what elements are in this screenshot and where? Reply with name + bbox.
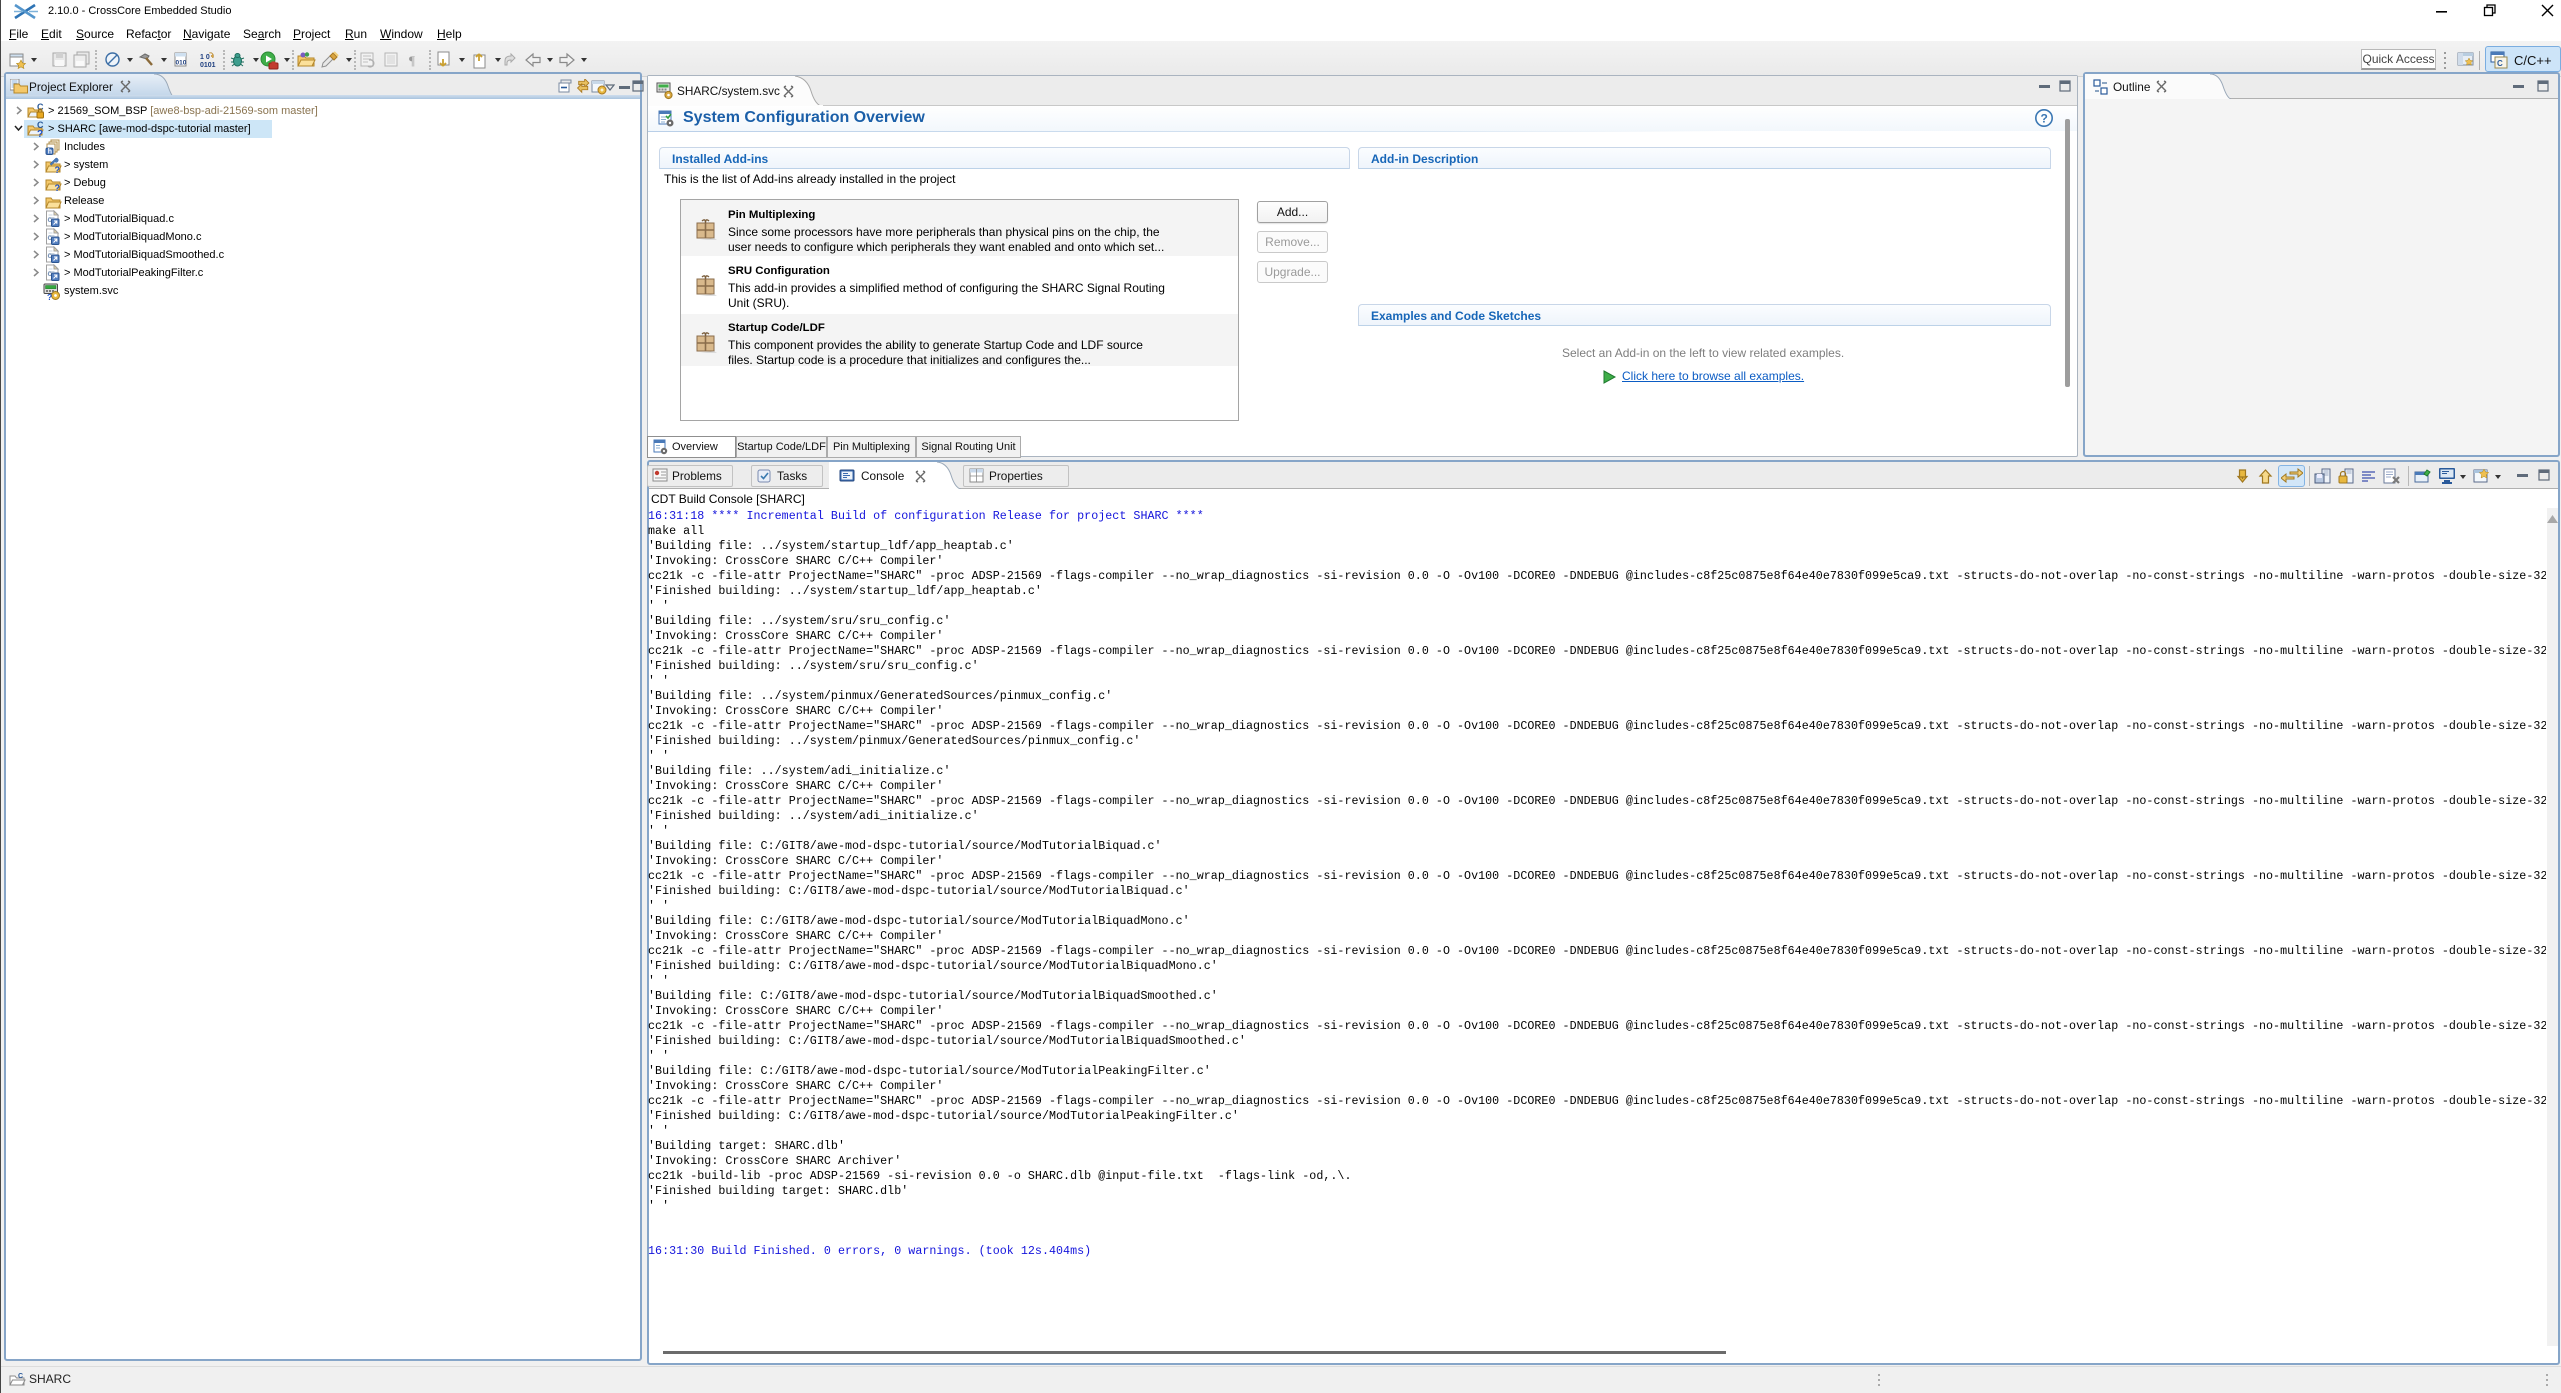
svg-text:?: ?: [55, 165, 61, 174]
svg-text:?: ?: [2041, 112, 2048, 126]
svg-text:010: 010: [176, 60, 187, 67]
svg-text:¶: ¶: [409, 53, 415, 68]
svg-text:C: C: [2497, 59, 2503, 68]
svg-text:?: ?: [37, 129, 43, 138]
svg-text:1 0: 1 0: [200, 54, 210, 61]
svg-text:?: ?: [55, 183, 61, 192]
svg-text:h: h: [48, 149, 52, 156]
svg-text:?: ?: [47, 292, 52, 300]
svg-text:0101: 0101: [200, 62, 216, 69]
svg-text:C: C: [18, 1373, 23, 1380]
